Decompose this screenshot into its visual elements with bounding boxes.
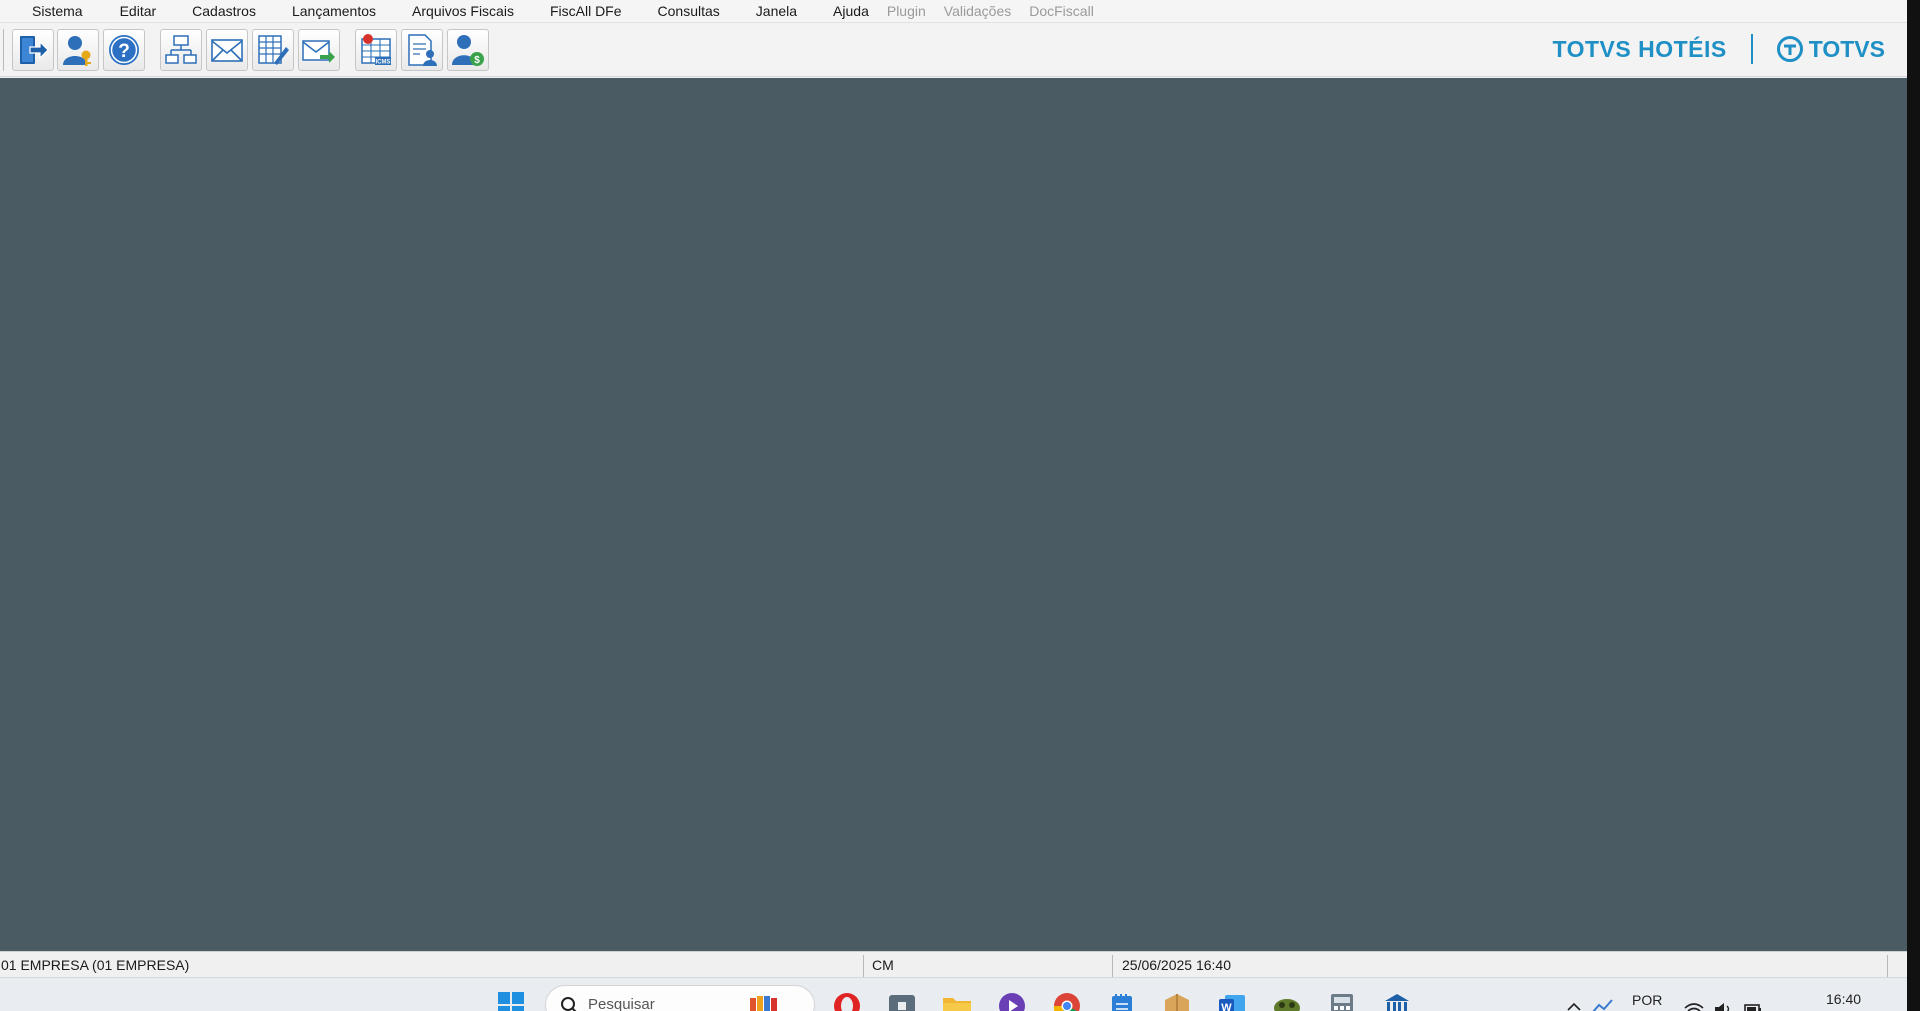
status-divider [1887,955,1888,977]
menu-plugin: Plugin [886,3,926,19]
media-player-icon[interactable] [996,990,1028,1011]
user-money-button[interactable]: $ [447,29,489,71]
status-divider [863,955,864,977]
totvs-logo: TOTVS [1776,35,1885,63]
user-money-icon: $ [452,35,484,66]
windows-taskbar: Pesquisar W POR 16:40 [0,977,1907,1011]
menu-ajuda[interactable]: Ajuda [815,1,878,21]
toolbar-grip[interactable] [3,29,5,71]
menu-bar: Sistema Editar Cadastros Lançamentos Arq… [0,0,1907,22]
package-icon[interactable] [1161,990,1193,1011]
menu-docfiscall: DocFiscall [1029,3,1094,19]
status-company: 01 EMPRESA (01 EMPRESA) [1,957,190,973]
status-datetime: 25/06/2025 16:40 [1122,957,1231,973]
search-icon [561,997,577,1011]
menu-cadastros[interactable]: Cadastros [174,1,274,21]
brand-divider [1750,34,1753,64]
document-user-icon [408,34,437,66]
network-button[interactable] [160,29,202,71]
mail-send-icon [302,40,335,63]
tray-network-activity-icon[interactable] [1592,998,1614,1011]
exit-icon [20,36,49,64]
battery-icon[interactable] [1743,1000,1763,1011]
file-explorer-icon[interactable] [941,990,973,1011]
brand-product-name: TOTVS HOTÉIS [1552,35,1727,62]
wifi-icon[interactable] [1683,1000,1705,1011]
tray-chevron-up-icon[interactable] [1566,1000,1582,1011]
help-icon: ? [109,35,139,65]
mail-send-button[interactable] [298,29,340,71]
menu-arquivos-fiscais[interactable]: Arquivos Fiscais [394,1,532,21]
mail-icon [211,39,243,62]
icms-table-icon: ICMS [361,34,391,66]
network-icon [165,35,197,64]
menu-lancamentos[interactable]: Lançamentos [274,1,394,21]
bank-icon[interactable] [1381,990,1413,1011]
menu-janela[interactable]: Janela [738,1,815,21]
help-button[interactable]: ? [103,29,145,71]
tray-language[interactable]: POR [1632,992,1662,1008]
chrome-icon[interactable] [1051,990,1083,1011]
status-bar: 01 EMPRESA (01 EMPRESA) CM 25/06/2025 16… [0,951,1907,977]
svg-text:?: ? [118,41,130,62]
spreadsheet-edit-button[interactable] [252,29,294,71]
screen-edge [1907,0,1920,1011]
icms-table-button[interactable]: ICMS [355,29,397,71]
volume-icon[interactable] [1713,1000,1733,1011]
game-icon[interactable] [1271,990,1303,1011]
svg-text:W: W [1221,1002,1232,1011]
menu-editar[interactable]: Editar [102,1,175,21]
exit-button[interactable] [12,29,54,71]
opera-icon[interactable] [831,990,863,1011]
totvs-logo-icon [1776,36,1803,62]
application-window: Sistema Editar Cadastros Lançamentos Arq… [0,0,1907,1011]
mail-button[interactable] [206,29,248,71]
user-key-icon [63,36,91,66]
store-icon[interactable] [886,990,918,1011]
word-icon[interactable]: W [1216,990,1248,1011]
tray-clock[interactable]: 16:40 [1826,991,1861,1007]
brand-company-name: TOTVS [1808,35,1885,62]
search-placeholder: Pesquisar [588,996,655,1011]
crayons-icon[interactable] [748,990,780,1011]
document-user-button[interactable] [401,29,443,71]
calculator-icon[interactable] [1326,990,1358,1011]
menu-sistema[interactable]: Sistema [14,1,102,21]
user-key-button[interactable] [57,29,99,71]
brand-area: TOTVS HOTÉIS TOTVS [1552,27,1885,71]
mdi-workspace[interactable] [0,78,1907,951]
menu-validacoes: Validações [943,3,1012,19]
menu-fiscall-dfe[interactable]: FiscAll DFe [532,1,640,21]
status-divider [1112,955,1113,977]
status-user: CM [872,957,894,973]
windows-start-icon[interactable] [495,990,527,1011]
notepad-icon[interactable] [1106,990,1138,1011]
icms-label: ICMS [376,60,391,66]
svg-text:$: $ [474,55,480,66]
menu-consultas[interactable]: Consultas [640,1,738,21]
spreadsheet-edit-icon [258,35,289,65]
